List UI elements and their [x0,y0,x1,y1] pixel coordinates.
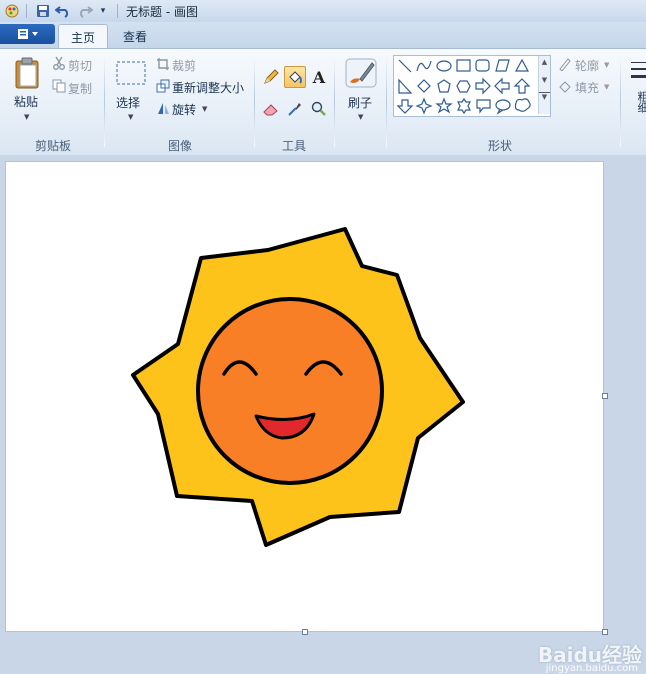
undo-icon[interactable] [55,3,71,19]
pencil-icon [264,69,279,84]
copy-icon [50,77,68,95]
tab-home[interactable]: 主页 [58,24,108,49]
select-dropdown-icon[interactable]: ▼ [128,113,133,121]
paste-dropdown-icon[interactable]: ▼ [24,113,29,121]
brushes-dropdown-icon[interactable]: ▼ [358,113,363,121]
size-label: 粗细 [636,91,646,113]
select-button[interactable] [112,57,150,89]
shapes-gallery[interactable] [393,55,551,117]
sun-drawing [131,227,465,547]
separator [334,55,335,147]
shapes-icons [396,58,531,115]
scroll-down-icon[interactable]: ▼ [539,76,550,84]
sun-face [196,297,384,485]
eraser-tool[interactable] [260,98,282,120]
separator [620,55,621,147]
brushes-button[interactable] [342,55,380,91]
customize-icon[interactable]: ▾ [95,3,111,19]
scroll-up-icon[interactable]: ▲ [539,58,550,66]
paste-button[interactable] [8,55,46,91]
rotate-icon [154,99,172,117]
brush-icon [345,58,377,88]
outline-icon [556,55,574,73]
clipboard-icon [15,57,39,89]
save-icon[interactable] [35,3,51,19]
drawing-canvas[interactable] [6,162,603,631]
paste-label: 粘贴 [14,95,39,109]
gallery-expand-icon[interactable]: ▼ [539,92,550,101]
tab-home-label: 主页 [70,30,95,45]
file-menu-button[interactable] [0,24,55,44]
separator [117,4,118,18]
magnifier-icon [311,101,326,116]
redo-icon[interactable] [77,3,93,19]
eraser-icon [263,104,278,116]
canvas-resize-handle-bottom[interactable] [302,629,308,635]
crop-icon [154,55,172,73]
scissors-icon [50,54,68,72]
tab-view-label: 查看 [122,29,147,44]
pencil-tool[interactable] [260,66,282,88]
color-picker-tool[interactable] [284,98,306,120]
brushes-label: 刷子 [348,96,373,110]
outline-dropdown-icon[interactable]: ▼ [604,61,609,69]
fill-tool[interactable] [284,66,306,88]
image-group-label: 图像 [167,139,192,153]
canvas-resize-handle-right[interactable] [602,393,608,399]
line-size-icon [631,62,646,78]
paint-app-icon[interactable] [4,3,20,19]
ribbon-home: 粘贴 ▼ 剪切 复制 剪贴板 选择 ▼ 裁剪 重新调整大小 旋转 ▼ 图像 A [0,48,646,156]
shapes-group-label: 形状 [487,139,512,153]
eyedropper-icon [288,103,301,116]
shapes-gallery-scrollbar[interactable]: ▲ ▼ ▼ [538,56,550,114]
ribbon-tab-row: 主页 查看 [0,22,646,49]
select-label: 选择 [116,96,141,110]
separator [104,55,105,147]
window-title: 无标题 - 画图 [126,4,198,19]
outline-button[interactable]: 轮廓 [575,57,599,74]
tab-view[interactable]: 查看 [112,24,158,48]
fill-shape-icon [556,77,574,95]
resize-button[interactable]: 重新调整大小 [172,79,244,96]
separator [254,55,255,147]
resize-icon [154,77,172,95]
paint-bucket-icon [289,71,302,84]
watermark-url: jingyan.baidu.com [545,663,638,674]
canvas-resize-handle-corner[interactable] [602,629,608,635]
text-tool-icon[interactable]: A [308,66,330,88]
rotate-dropdown-icon[interactable]: ▼ [202,105,207,113]
selection-rectangle-icon [116,61,146,85]
size-button[interactable] [627,57,646,85]
cut-button[interactable]: 剪切 [68,57,92,74]
magnifier-tool[interactable] [308,98,330,120]
copy-button[interactable]: 复制 [68,80,92,97]
fill-shape-button[interactable]: 填充 [575,79,599,96]
clipboard-group-label: 剪贴板 [34,139,71,153]
separator [26,4,27,18]
fill-shape-dropdown-icon[interactable]: ▼ [604,83,609,91]
workspace: Baidu经验 jingyan.baidu.com [0,155,646,674]
rotate-button[interactable]: 旋转 [172,101,196,118]
crop-button[interactable]: 裁剪 [172,57,196,74]
separator [386,55,387,147]
menu-icon [17,29,38,39]
tools-group-label: 工具 [281,139,306,153]
title-bar: ▾ 无标题 - 画图 [0,0,646,23]
